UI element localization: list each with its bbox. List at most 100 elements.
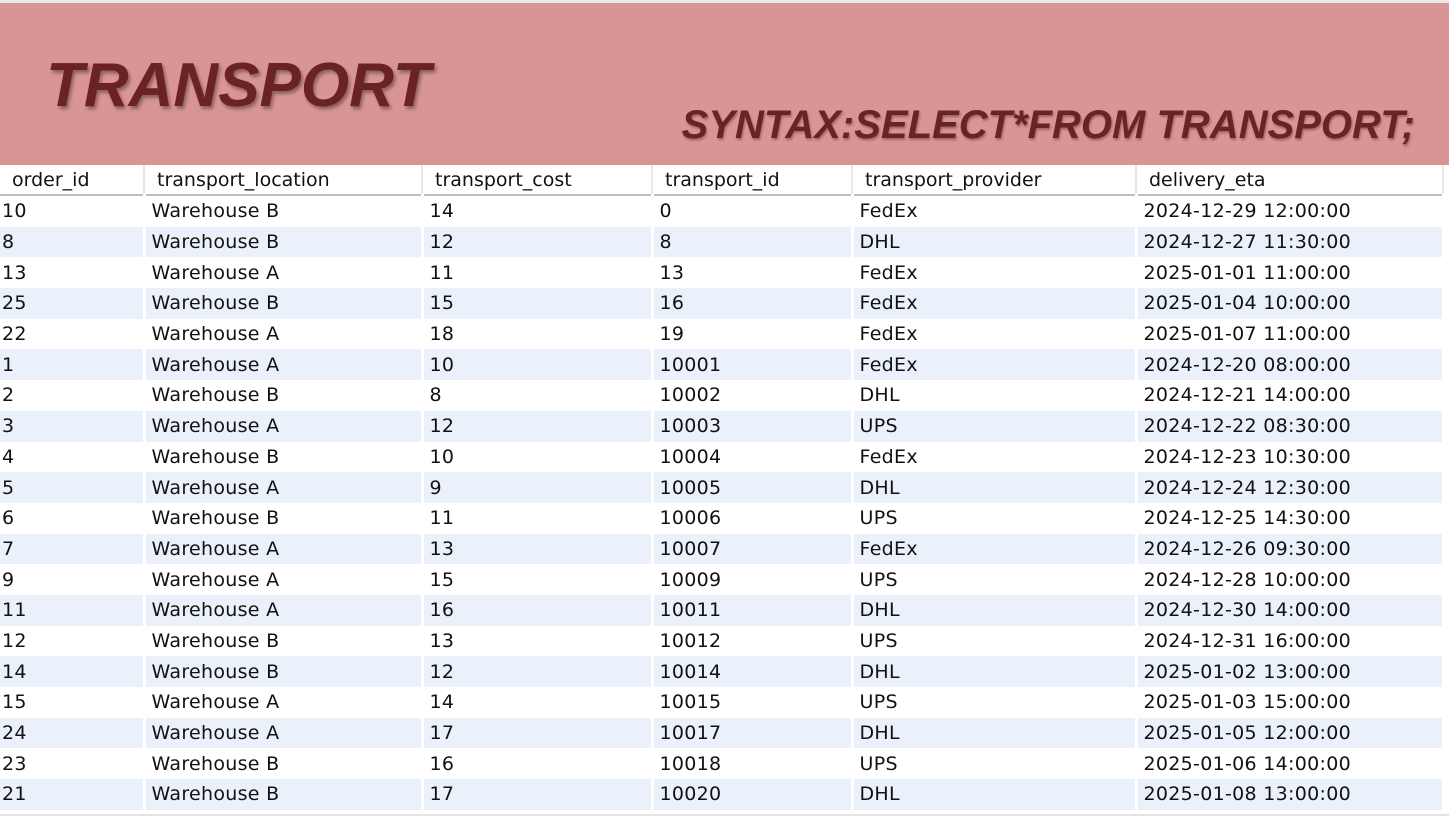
transport-provider-cell[interactable]: DHL bbox=[852, 656, 1138, 687]
delivery-eta-cell[interactable]: 2024-12-31 16:00:00 bbox=[1136, 625, 1445, 657]
transport-provider-cell[interactable]: UPS bbox=[852, 687, 1138, 718]
transport-cost-cell[interactable]: 13 bbox=[422, 625, 654, 657]
delivery-eta-cell[interactable]: 2024-12-23 10:30:00 bbox=[1136, 441, 1445, 473]
table-row[interactable]: 3 Warehouse A 12 10003 UPS 2024-12-22 08:30:0… bbox=[0, 410, 1445, 442]
transport-location-cell[interactable]: Warehouse B bbox=[144, 441, 424, 473]
table-row[interactable]: 15 Warehouse A 14 10015 UPS 2025-01-03 15:00:… bbox=[0, 687, 1445, 718]
transport-id-cell[interactable]: 10018 bbox=[652, 748, 854, 780]
transport-location-cell[interactable]: Warehouse B bbox=[144, 502, 424, 534]
transport-cost-cell[interactable]: 12 bbox=[422, 410, 654, 442]
transport-id-cell[interactable]: 10007 bbox=[652, 533, 854, 565]
transport-provider-cell[interactable]: FedEx bbox=[852, 288, 1138, 319]
transport-cost-cell[interactable]: 13 bbox=[422, 533, 654, 565]
transport-cost-cell[interactable]: 16 bbox=[422, 748, 654, 780]
column-header-transport-id[interactable]: transport_id bbox=[652, 165, 853, 196]
transport-location-cell[interactable]: Warehouse B bbox=[144, 380, 424, 411]
transport-provider-cell[interactable]: FedEx bbox=[852, 349, 1138, 381]
transport-cost-cell[interactable]: 12 bbox=[422, 656, 654, 687]
transport-id-cell[interactable]: 10015 bbox=[652, 687, 854, 718]
transport-id-cell[interactable]: 16 bbox=[652, 288, 854, 319]
delivery-eta-cell[interactable]: 2024-12-20 08:00:00 bbox=[1136, 349, 1445, 381]
transport-location-cell[interactable]: Warehouse B bbox=[144, 625, 424, 657]
transport-location-cell[interactable]: Warehouse B bbox=[144, 288, 424, 319]
transport-id-cell[interactable]: 10001 bbox=[652, 349, 854, 381]
order-id-cell[interactable]: 8 bbox=[0, 226, 146, 258]
transport-location-cell[interactable]: Warehouse A bbox=[144, 472, 424, 503]
transport-provider-cell[interactable]: DHL bbox=[852, 226, 1138, 258]
table-row[interactable]: 5 Warehouse A 9 10005 DHL 2024-12-24 12:30:00 bbox=[0, 472, 1445, 503]
transport-cost-cell[interactable]: 15 bbox=[422, 564, 654, 595]
transport-location-cell[interactable]: Warehouse A bbox=[144, 318, 424, 350]
delivery-eta-cell[interactable]: 2025-01-03 15:00:00 bbox=[1136, 687, 1445, 718]
transport-id-cell[interactable]: 13 bbox=[652, 257, 854, 289]
transport-id-cell[interactable]: 10009 bbox=[652, 564, 854, 595]
transport-location-cell[interactable]: Warehouse B bbox=[144, 748, 424, 780]
transport-id-cell[interactable]: 8 bbox=[652, 226, 854, 258]
transport-location-cell[interactable]: Warehouse A bbox=[144, 349, 424, 381]
transport-id-cell[interactable]: 10003 bbox=[652, 410, 854, 442]
table-row[interactable]: 1 Warehouse A 10 10001 FedEx 2024-12-20 08:00… bbox=[0, 349, 1445, 381]
transport-location-cell[interactable]: Warehouse A bbox=[144, 687, 424, 718]
delivery-eta-cell[interactable]: 2025-01-05 12:00:00 bbox=[1136, 717, 1445, 749]
transport-provider-cell[interactable]: FedEx bbox=[852, 318, 1138, 350]
transport-provider-cell[interactable]: UPS bbox=[852, 502, 1138, 534]
column-header-transport-cost[interactable]: transport_cost bbox=[422, 165, 653, 196]
transport-cost-cell[interactable]: 17 bbox=[422, 717, 654, 749]
transport-provider-cell[interactable]: FedEx bbox=[852, 257, 1138, 289]
table-row[interactable]: 22 Warehouse A 18 19 FedEx 2025-01-07 11:00:0… bbox=[0, 318, 1445, 350]
order-id-cell[interactable]: 5 bbox=[0, 472, 146, 503]
order-id-cell[interactable]: 22 bbox=[0, 318, 146, 350]
transport-cost-cell[interactable]: 11 bbox=[422, 257, 654, 289]
delivery-eta-cell[interactable]: 2024-12-30 14:00:00 bbox=[1136, 594, 1445, 626]
transport-id-cell[interactable]: 10004 bbox=[652, 441, 854, 473]
transport-cost-cell[interactable]: 15 bbox=[422, 288, 654, 319]
delivery-eta-cell[interactable]: 2025-01-06 14:00:00 bbox=[1136, 748, 1445, 780]
table-row[interactable]: 23 Warehouse B 16 10018 UPS 2025-01-06 14:00:… bbox=[0, 748, 1445, 780]
transport-id-cell[interactable]: 0 bbox=[652, 195, 854, 227]
column-header-delivery-eta[interactable]: delivery_eta bbox=[1136, 165, 1444, 196]
order-id-cell[interactable]: 3 bbox=[0, 410, 146, 442]
transport-location-cell[interactable]: Warehouse A bbox=[144, 533, 424, 565]
transport-cost-cell[interactable]: 10 bbox=[422, 441, 654, 473]
transport-cost-cell[interactable]: 18 bbox=[422, 318, 654, 350]
delivery-eta-cell[interactable]: 2024-12-29 12:00:00 bbox=[1136, 195, 1445, 227]
table-row[interactable]: 9 Warehouse A 15 10009 UPS 2024-12-28 10:00:0… bbox=[0, 564, 1445, 595]
order-id-cell[interactable]: 2 bbox=[0, 380, 146, 411]
transport-id-cell[interactable]: 10017 bbox=[652, 717, 854, 749]
order-id-cell[interactable]: 21 bbox=[0, 779, 146, 810]
table-row[interactable]: 8 Warehouse B 12 8 DHL 2024-12-27 11:30:00 bbox=[0, 226, 1445, 258]
order-id-cell[interactable]: 25 bbox=[0, 288, 146, 319]
transport-id-cell[interactable]: 10006 bbox=[652, 502, 854, 534]
column-header-transport-provider[interactable]: transport_provider bbox=[852, 165, 1137, 196]
table-row[interactable]: 25 Warehouse B 15 16 FedEx 2025-01-04 10:00:0… bbox=[0, 288, 1445, 319]
table-row[interactable]: 12 Warehouse B 13 10012 UPS 2024-12-31 16:00:… bbox=[0, 625, 1445, 657]
transport-location-cell[interactable]: Warehouse A bbox=[144, 410, 424, 442]
transport-cost-cell[interactable]: 17 bbox=[422, 779, 654, 810]
delivery-eta-cell[interactable]: 2024-12-26 09:30:00 bbox=[1136, 533, 1445, 565]
transport-id-cell[interactable]: 10014 bbox=[652, 656, 854, 687]
order-id-cell[interactable]: 13 bbox=[0, 257, 146, 289]
table-row[interactable]: 10 Warehouse B 14 0 FedEx 2024-12-29 12:00:00 bbox=[0, 195, 1445, 227]
delivery-eta-cell[interactable]: 2024-12-22 08:30:00 bbox=[1136, 410, 1445, 442]
transport-provider-cell[interactable]: UPS bbox=[852, 564, 1138, 595]
order-id-cell[interactable]: 11 bbox=[0, 594, 146, 626]
delivery-eta-cell[interactable]: 2024-12-25 14:30:00 bbox=[1136, 502, 1445, 534]
transport-provider-cell[interactable]: UPS bbox=[852, 625, 1138, 657]
transport-location-cell[interactable]: Warehouse B bbox=[144, 226, 424, 258]
delivery-eta-cell[interactable]: 2024-12-21 14:00:00 bbox=[1136, 380, 1445, 411]
transport-id-cell[interactable]: 10020 bbox=[652, 779, 854, 810]
transport-provider-cell[interactable]: DHL bbox=[852, 779, 1138, 810]
order-id-cell[interactable]: 14 bbox=[0, 656, 146, 687]
order-id-cell[interactable]: 4 bbox=[0, 441, 146, 473]
transport-id-cell[interactable]: 10011 bbox=[652, 594, 854, 626]
delivery-eta-cell[interactable]: 2024-12-24 12:30:00 bbox=[1136, 472, 1445, 503]
transport-location-cell[interactable]: Warehouse A bbox=[144, 257, 424, 289]
transport-provider-cell[interactable]: FedEx bbox=[852, 195, 1138, 227]
order-id-cell[interactable]: 7 bbox=[0, 533, 146, 565]
delivery-eta-cell[interactable]: 2024-12-27 11:30:00 bbox=[1136, 226, 1445, 258]
delivery-eta-cell[interactable]: 2025-01-04 10:00:00 bbox=[1136, 288, 1445, 319]
transport-id-cell[interactable]: 19 bbox=[652, 318, 854, 350]
transport-cost-cell[interactable]: 10 bbox=[422, 349, 654, 381]
table-row[interactable]: 13 Warehouse A 11 13 FedEx 2025-01-01 11:00:0… bbox=[0, 257, 1445, 289]
transport-location-cell[interactable]: Warehouse B bbox=[144, 656, 424, 687]
